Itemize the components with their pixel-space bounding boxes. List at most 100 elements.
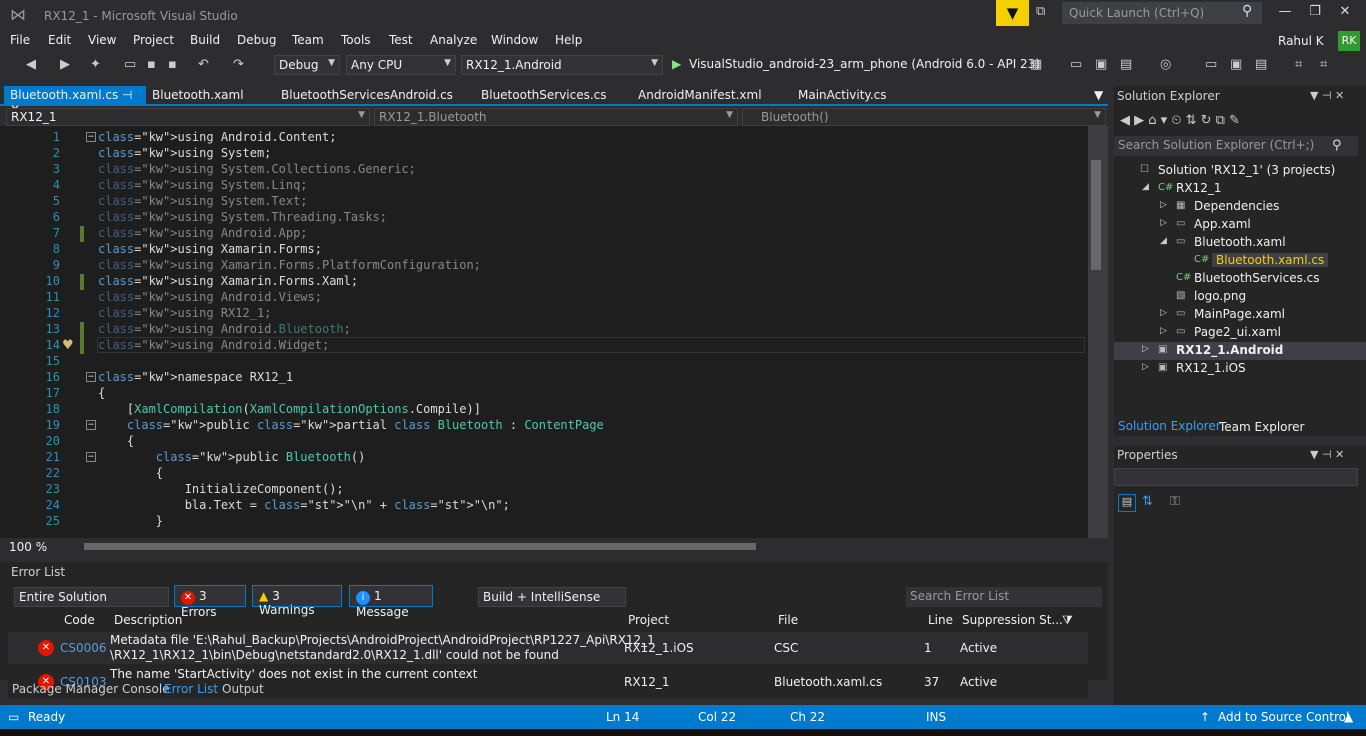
- column-code[interactable]: Code: [64, 613, 95, 627]
- tool-icon[interactable]: ▭: [1205, 57, 1217, 72]
- config-select[interactable]: Debug ▼: [274, 55, 340, 75]
- open-file-icon[interactable]: ▭: [124, 57, 136, 72]
- code-line[interactable]: class="kw">using RX12_1;: [98, 306, 271, 320]
- run-icon[interactable]: ▶: [672, 57, 681, 71]
- code-line[interactable]: class="kw">public class="kw">partial cla…: [98, 418, 604, 432]
- tab-main-activity[interactable]: MainActivity.cs: [798, 88, 886, 102]
- errors-filter-button[interactable]: ✕ 3 Errors: [174, 585, 246, 619]
- error-search-input[interactable]: Search Error List: [906, 587, 1102, 607]
- code-line[interactable]: class="kw">using System;: [98, 146, 271, 160]
- code-line[interactable]: class="kw">using System.Collections.Gene…: [98, 162, 416, 176]
- column-suppression[interactable]: Suppression St...: [962, 613, 1063, 627]
- redo-icon[interactable]: ↷: [233, 57, 244, 72]
- tree-item[interactable]: App.xaml: [1194, 217, 1251, 231]
- tree-item[interactable]: logo.png: [1194, 289, 1246, 303]
- tool-icon[interactable]: ▤: [1120, 57, 1132, 72]
- back-icon[interactable]: ◀: [26, 57, 36, 72]
- avatar[interactable]: RK: [1338, 31, 1360, 51]
- tree-item[interactable]: Page2_ui.xaml: [1194, 325, 1281, 339]
- menu-test[interactable]: Test: [389, 33, 413, 47]
- tree-item[interactable]: MainPage.xaml: [1194, 307, 1285, 321]
- tree-item[interactable]: BluetoothServices.cs: [1194, 271, 1320, 285]
- tab-overflow-icon[interactable]: ▼: [1094, 88, 1103, 102]
- categorized-icon[interactable]: ▤: [1118, 494, 1136, 512]
- pane-options-icon[interactable]: ▼ ⊣ ✕: [1310, 89, 1344, 102]
- device-icon[interactable]: ▦: [1030, 57, 1042, 72]
- startup-project-select[interactable]: RX12_1.Android ▼: [461, 55, 663, 75]
- project-nav-select[interactable]: RX12_1 ▼: [6, 108, 370, 126]
- menu-tools[interactable]: Tools: [341, 33, 371, 47]
- menu-team[interactable]: Team: [292, 33, 324, 47]
- filter-icon[interactable]: ⧩: [1062, 613, 1073, 628]
- code-line[interactable]: class="kw">public Bluetooth(): [98, 450, 366, 464]
- menu-help[interactable]: Help: [555, 33, 582, 47]
- tab-team-explorer[interactable]: Team Explorer: [1219, 420, 1305, 434]
- class-nav-select[interactable]: RX12_1.Bluetooth ▼: [374, 108, 738, 126]
- tab-bluetooth-services-android[interactable]: BluetoothServicesAndroid.cs: [281, 88, 453, 102]
- editor-scroll-thumb[interactable]: [1091, 160, 1101, 270]
- tree-item[interactable]: Solution 'RX12_1' (3 projects): [1158, 163, 1335, 177]
- error-code-link[interactable]: CS0006: [60, 641, 107, 655]
- scope-select[interactable]: Entire Solution: [14, 587, 169, 607]
- expand-icon[interactable]: ▷: [1142, 362, 1149, 372]
- menu-edit[interactable]: Edit: [48, 33, 71, 47]
- collapse-icon[interactable]: −: [86, 452, 96, 462]
- maximize-button[interactable]: ❐: [1300, 4, 1330, 24]
- tree-item[interactable]: RX12_1.Android: [1176, 343, 1283, 357]
- properties-object-select[interactable]: [1114, 468, 1358, 486]
- minimize-button[interactable]: —: [1270, 4, 1300, 24]
- tool-icon[interactable]: ⌗: [1320, 57, 1327, 72]
- column-line[interactable]: Line: [928, 613, 953, 627]
- user-name[interactable]: Rahul K: [1278, 34, 1324, 48]
- tab-package-manager-console[interactable]: Package Manager Console: [12, 682, 170, 696]
- add-to-source-control[interactable]: Add to Source Control: [1218, 710, 1349, 724]
- code-line[interactable]: class="kw">using System.Threading.Tasks;: [98, 210, 387, 224]
- forward-icon[interactable]: ▶: [60, 57, 70, 72]
- tab-bluetooth-services[interactable]: BluetoothServices.cs: [481, 88, 607, 102]
- column-file[interactable]: File: [778, 613, 798, 627]
- pane-options-icon[interactable]: ▼ ⊣ ✕: [1310, 448, 1344, 461]
- pin-icon[interactable]: ⊣: [122, 88, 132, 102]
- tree-item[interactable]: Bluetooth.xaml: [1194, 235, 1286, 249]
- warnings-filter-button[interactable]: ▲ 3 Warnings: [252, 585, 342, 617]
- code-line[interactable]: InitializeComponent();: [98, 482, 344, 496]
- column-description[interactable]: Description: [114, 613, 182, 627]
- tab-solution-explorer[interactable]: Solution Explorer: [1118, 419, 1221, 433]
- save-all-icon[interactable]: ▪: [168, 57, 177, 72]
- code-line[interactable]: class="kw">using Android.Content;: [98, 130, 336, 144]
- code-line[interactable]: class="kw">using Android.Bluetooth;: [98, 322, 351, 336]
- member-nav-select[interactable]: Bluetooth() ▼: [742, 108, 1106, 126]
- tool-icon[interactable]: ⌗: [1295, 57, 1302, 72]
- messages-filter-button[interactable]: i1 Message: [349, 585, 433, 619]
- tool-icon[interactable]: ◎: [1160, 57, 1171, 72]
- code-line[interactable]: class="kw">using Android.Widget;: [97, 337, 1085, 353]
- quick-launch-input[interactable]: Quick Launch (Ctrl+Q): [1062, 2, 1262, 24]
- collapse-icon[interactable]: −: [86, 132, 96, 142]
- tab-output[interactable]: Output: [222, 682, 264, 696]
- tree-item[interactable]: RX12_1.iOS: [1176, 361, 1246, 375]
- property-pages-icon[interactable]: ⚿: [1170, 494, 1180, 509]
- code-line[interactable]: {: [98, 434, 134, 448]
- tab-android-manifest[interactable]: AndroidManifest.xml: [638, 88, 762, 102]
- source-control-icon[interactable]: ↑: [1200, 710, 1210, 724]
- run-target[interactable]: VisualStudio_android-23_arm_phone (Andro…: [689, 57, 1040, 71]
- feedback-filter-icon[interactable]: ▼: [996, 0, 1029, 26]
- code-line[interactable]: class="kw">using Xamarin.Forms;: [98, 242, 322, 256]
- menu-view[interactable]: View: [88, 33, 116, 47]
- tool-icon[interactable]: ▣: [1230, 57, 1242, 72]
- expand-icon[interactable]: ▷: [1142, 344, 1149, 354]
- new-project-icon[interactable]: ✦: [90, 57, 101, 72]
- code-editor[interactable]: 1 class="kw">using Android.Content; 2 class…: [0, 126, 1088, 538]
- tree-item[interactable]: Bluetooth.xaml.cs: [1212, 253, 1329, 267]
- code-line[interactable]: class="kw">using Android.App;: [98, 226, 308, 240]
- column-project[interactable]: Project: [628, 613, 669, 627]
- tool-icon[interactable]: ▤: [1255, 57, 1267, 72]
- zoom-level[interactable]: 100 %: [9, 540, 47, 554]
- solution-explorer-toolbar[interactable]: ◀ ▶ ⌂ ▾ ⏲ ⇅ ↻ ⧉ ✎: [1120, 113, 1240, 128]
- menu-file[interactable]: File: [10, 33, 30, 47]
- expand-icon[interactable]: ▷: [1160, 308, 1167, 318]
- code-line[interactable]: {: [98, 466, 163, 480]
- expanded-icon[interactable]: ◢: [1160, 236, 1167, 246]
- platform-select[interactable]: Any CPU ▼: [346, 55, 456, 75]
- notifications-icon[interactable]: ⧉: [1036, 4, 1054, 22]
